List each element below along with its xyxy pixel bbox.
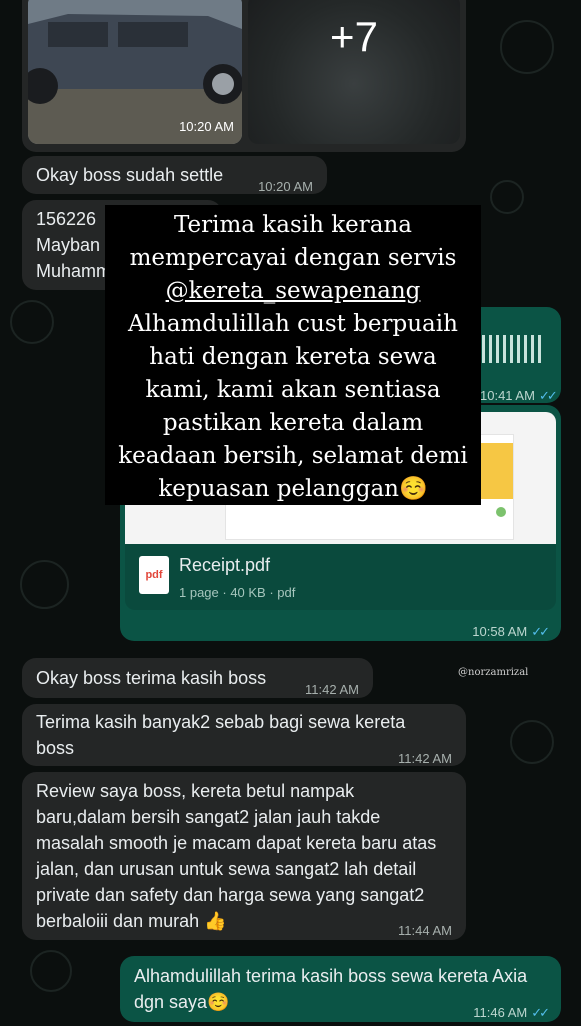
overlay-line: pastikan kereta dalam <box>162 410 424 436</box>
document-time-text: 10:58 AM <box>472 624 528 639</box>
read-ticks-icon: ✓✓ <box>531 624 550 639</box>
message-terima-kasih[interactable]: Okay boss terima kasih boss 11:42 AM <box>22 658 373 698</box>
more-photos-count: +7 <box>330 13 378 60</box>
message-time: 11:46 AM ✓✓ <box>473 1000 550 1026</box>
overlay-line: Alhamdulillah cust berpuaih <box>128 311 458 337</box>
photo-album-message[interactable]: 10:20 AM +7 <box>22 0 466 152</box>
voice-time-text: 10:41 AM <box>480 388 535 403</box>
car-photo[interactable]: 10:20 AM <box>28 0 242 144</box>
message-alhamdulillah[interactable]: Alhamdulillah terima kasih boss sewa ker… <box>120 956 561 1022</box>
overlay-line: kepuasan pelanggan☺️ <box>158 476 428 502</box>
overlay-handle: @kereta_sewapenang <box>165 278 421 304</box>
message-text: Okay boss sudah settle <box>36 165 224 185</box>
document-time: 10:58 AM ✓✓ <box>472 619 550 645</box>
watermark: @norzamrizal <box>458 667 529 678</box>
document-meta: 1 page · 40 KB · pdf <box>179 585 296 600</box>
message-terima-kasih-banyak[interactable]: Terima kasih banyak2 sebab bagi sewa ker… <box>22 704 466 766</box>
document-info-bar[interactable]: pdf Receipt.pdf 1 page · 40 KB · pdf <box>125 544 556 610</box>
message-time: 11:42 AM <box>305 682 359 697</box>
overlay-line: kami, kami akan sentiasa <box>145 377 441 403</box>
overlay-line: mempercayai dengan servis <box>129 245 457 271</box>
message-sudah-settle[interactable]: Okay boss sudah settle 10:20 AM <box>22 156 327 194</box>
message-text: Okay boss terima kasih boss <box>36 668 267 688</box>
waveform-icon <box>482 335 541 363</box>
more-photos-tile[interactable]: +7 <box>248 0 460 144</box>
document-name: Receipt.pdf <box>179 555 271 575</box>
message-time: 11:42 AM <box>398 751 452 766</box>
pdf-file-icon: pdf <box>139 556 169 594</box>
pdf-icon-label: pdf <box>145 569 163 581</box>
overlay-line: Terima kasih kerana <box>173 212 413 238</box>
story-text-overlay: Terima kasih kerana mempercayai dengan s… <box>105 205 481 505</box>
message-time-text: 11:46 AM <box>473 1005 528 1020</box>
read-ticks-icon: ✓✓ <box>531 1005 550 1020</box>
read-ticks-icon: ✓✓ <box>538 388 558 403</box>
message-text: Terima kasih banyak2 sebab bagi sewa ker… <box>36 712 406 758</box>
overlay-line: keadaan bersih, selamat demi <box>118 443 468 469</box>
overlay-line: hati dengan kereta sewa <box>149 344 437 370</box>
message-time: 11:44 AM <box>398 923 452 938</box>
preview-status-dot <box>496 507 506 517</box>
message-time: 10:20 AM <box>258 179 313 194</box>
message-review[interactable]: Review saya boss, kereta betul nampak ba… <box>22 772 466 940</box>
photo-time: 10:20 AM <box>179 119 234 134</box>
message-text: Review saya boss, kereta betul nampak ba… <box>36 781 437 931</box>
